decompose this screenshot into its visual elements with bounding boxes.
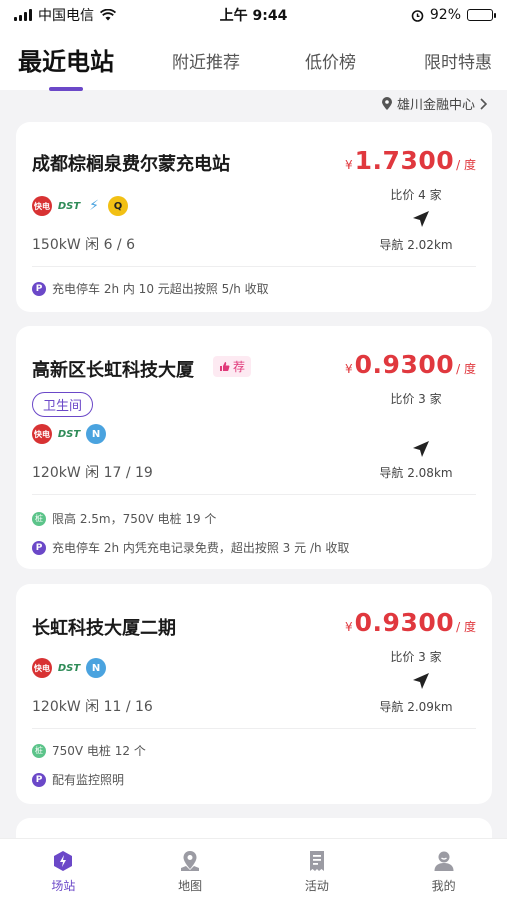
station-name: 成都棕榈泉费尔蒙充电站 bbox=[32, 154, 230, 175]
tab-bar: 最近电站 附近推荐 低价榜 限时特惠 bbox=[0, 30, 507, 91]
operator-q-icon: Q bbox=[108, 196, 128, 216]
signal-icon bbox=[14, 9, 32, 21]
operator-logos: 快电 DST ⚡ Q bbox=[32, 196, 128, 216]
chevron-right-icon bbox=[480, 97, 487, 110]
lighting-note: P 配有监控照明 bbox=[32, 771, 124, 788]
active-tab-indicator bbox=[49, 87, 83, 91]
facility-note: 桩 750V 电桩 12 个 bbox=[32, 742, 146, 759]
operator-lightning-icon: ⚡ bbox=[89, 198, 99, 214]
location-pin-icon bbox=[381, 96, 392, 110]
nav-label: 场站 bbox=[51, 879, 76, 893]
nav-label: 地图 bbox=[178, 879, 203, 893]
pile-icon: 桩 bbox=[32, 511, 46, 526]
parking-icon: P bbox=[32, 540, 46, 555]
nav-label: 活动 bbox=[304, 879, 329, 893]
station-card[interactable]: 高新区长虹科技大厦 荐 ¥ 0.9300 / 度 比价 3 家 卫生间 快电 D… bbox=[16, 326, 492, 569]
navigation-distance[interactable]: 导航 2.09km bbox=[376, 698, 456, 715]
operator-n-icon: N bbox=[86, 658, 106, 678]
nav-activities[interactable]: 活动 bbox=[277, 849, 357, 894]
price-compare-link[interactable]: 比价 4 家 bbox=[376, 186, 456, 203]
status-right: 92% bbox=[323, 7, 496, 23]
price-symbol: ¥ bbox=[345, 158, 353, 172]
navigation-distance[interactable]: 导航 2.08km bbox=[376, 464, 456, 481]
divider bbox=[32, 494, 476, 495]
note-text: 充电停车 2h 内 10 元超出按照 5/h 收取 bbox=[52, 282, 269, 296]
tab-label: 最近电站 bbox=[18, 48, 114, 76]
activity-icon bbox=[309, 851, 324, 871]
recommend-badge: 荐 bbox=[213, 356, 252, 377]
alarm-icon bbox=[411, 9, 424, 22]
bottom-navigation: 场站 地图 活动 我的 bbox=[0, 838, 507, 900]
parking-icon: P bbox=[32, 772, 46, 787]
power-availability: 120kW 闲 17 / 19 bbox=[32, 465, 153, 481]
battery-percent: 92% bbox=[429, 7, 461, 23]
status-left: 中国电信 bbox=[14, 5, 184, 25]
station-price: ¥ 0.9300 / 度 bbox=[345, 350, 476, 379]
recommend-label: 荐 bbox=[233, 360, 246, 374]
power-availability: 120kW 闲 11 / 16 bbox=[32, 699, 153, 715]
tab-low-price[interactable]: 低价榜 bbox=[305, 48, 356, 73]
operator-kuaidian-icon: 快电 bbox=[32, 658, 52, 678]
tab-limited-offer[interactable]: 限时特惠 bbox=[424, 48, 492, 73]
price-value: 0.9300 bbox=[354, 350, 455, 379]
location-label: 雄川金融中心 bbox=[396, 98, 475, 113]
price-unit: / 度 bbox=[456, 362, 476, 376]
price-symbol: ¥ bbox=[345, 362, 353, 376]
station-icon bbox=[54, 851, 73, 871]
station-card[interactable]: 成都棕榈泉费尔蒙充电站 ¥ 1.7300 / 度 比价 4 家 快电 DST ⚡… bbox=[16, 122, 492, 312]
operator-logos: 快电 DST N bbox=[32, 424, 106, 444]
station-price: ¥ 1.7300 / 度 bbox=[345, 146, 476, 175]
price-unit: / 度 bbox=[456, 620, 476, 634]
battery-icon bbox=[467, 9, 496, 21]
pile-icon: 桩 bbox=[32, 743, 46, 758]
price-value: 0.9300 bbox=[354, 608, 455, 637]
note-text: 配有监控照明 bbox=[52, 773, 125, 787]
note-text: 限高 2.5m，750V 电桩 19 个 bbox=[52, 512, 217, 526]
facility-tag: 卫生间 bbox=[32, 392, 94, 417]
divider bbox=[32, 728, 476, 729]
map-icon bbox=[181, 851, 200, 871]
carrier-label: 中国电信 bbox=[38, 8, 94, 24]
note-text: 750V 电桩 12 个 bbox=[52, 744, 146, 758]
nav-label: 我的 bbox=[431, 879, 456, 893]
navigate-arrow-icon[interactable] bbox=[412, 440, 430, 458]
profile-icon bbox=[434, 851, 454, 871]
price-value: 1.7300 bbox=[354, 146, 455, 175]
parking-note: P 充电停车 2h 内 10 元超出按照 5/h 收取 bbox=[32, 280, 269, 297]
station-name: 高新区长虹科技大厦 bbox=[32, 360, 194, 381]
wifi-icon bbox=[100, 9, 116, 21]
navigation-distance[interactable]: 导航 2.02km bbox=[376, 236, 456, 253]
operator-dst-icon: DST bbox=[57, 200, 81, 212]
operator-kuaidian-icon: 快电 bbox=[32, 424, 52, 444]
price-compare-link[interactable]: 比价 3 家 bbox=[376, 390, 456, 407]
nav-profile[interactable]: 我的 bbox=[404, 849, 484, 894]
station-price: ¥ 0.9300 / 度 bbox=[345, 608, 476, 637]
station-card[interactable]: 长虹科技大厦二期 ¥ 0.9300 / 度 比价 3 家 快电 DST N 12… bbox=[16, 584, 492, 804]
nav-stations[interactable]: 场站 bbox=[23, 849, 103, 894]
operator-logos: 快电 DST N bbox=[32, 658, 106, 678]
current-location[interactable]: 雄川金融中心 bbox=[381, 94, 487, 113]
note-text: 充电停车 2h 内凭充电记录免费，超出按照 3 元 /h 收取 bbox=[52, 541, 350, 555]
operator-n-icon: N bbox=[86, 424, 106, 444]
operator-dst-icon: DST bbox=[57, 662, 81, 674]
price-unit: / 度 bbox=[456, 158, 476, 172]
divider bbox=[32, 266, 476, 267]
facility-note: 桩 限高 2.5m，750V 电桩 19 个 bbox=[32, 510, 216, 527]
power-availability: 150kW 闲 6 / 6 bbox=[32, 237, 136, 253]
operator-kuaidian-icon: 快电 bbox=[32, 196, 52, 216]
price-symbol: ¥ bbox=[345, 620, 353, 634]
status-bar: 中国电信 上午 9:44 92% bbox=[0, 0, 507, 30]
tab-nearby[interactable]: 附近推荐 bbox=[172, 48, 240, 73]
price-compare-link[interactable]: 比价 3 家 bbox=[376, 648, 456, 665]
navigate-arrow-icon[interactable] bbox=[412, 210, 430, 228]
thumbs-up-icon bbox=[220, 362, 230, 371]
station-name: 长虹科技大厦二期 bbox=[32, 618, 176, 639]
navigate-arrow-icon[interactable] bbox=[412, 672, 430, 690]
tab-recent-stations[interactable]: 最近电站 bbox=[18, 42, 114, 91]
nav-map[interactable]: 地图 bbox=[150, 849, 230, 894]
parking-note: P 充电停车 2h 内凭充电记录免费，超出按照 3 元 /h 收取 bbox=[32, 539, 349, 556]
status-time: 上午 9:44 bbox=[219, 8, 288, 24]
parking-icon: P bbox=[32, 281, 46, 296]
operator-dst-icon: DST bbox=[57, 428, 81, 440]
